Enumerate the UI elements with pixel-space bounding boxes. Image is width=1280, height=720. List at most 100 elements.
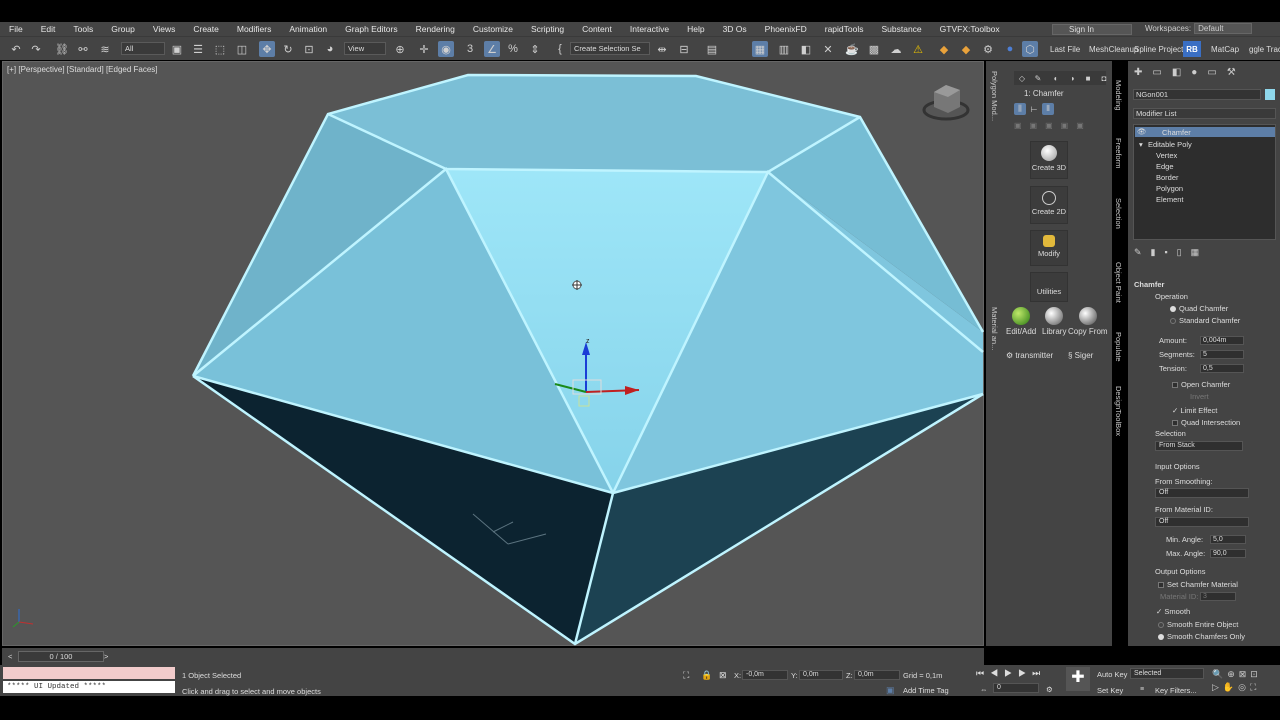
standard-chamfer-radio[interactable]: Standard Chamfer: [1170, 316, 1240, 325]
smooth-chamfers-only-radio[interactable]: Smooth Chamfers Only: [1158, 632, 1245, 641]
command-tab-designtoolbox[interactable]: DesignToolBox: [1114, 386, 1123, 436]
selection-lock-icon[interactable]: 🔒: [701, 670, 712, 681]
menu-edit[interactable]: Edit: [32, 24, 65, 34]
menu-tools[interactable]: Tools: [64, 24, 102, 34]
keyboard-shortcut-override-icon[interactable]: ◉: [438, 41, 454, 57]
select-move-icon[interactable]: ✥: [259, 41, 275, 57]
min-angle-spinner[interactable]: 5,0: [1210, 535, 1246, 544]
mirror-icon[interactable]: ⇹: [654, 41, 670, 57]
stack-tools-row[interactable]: ✎▮▪▯▦: [1134, 247, 1244, 259]
menu-views[interactable]: Views: [144, 24, 185, 34]
stack-item-polygon[interactable]: Polygon: [1156, 184, 1183, 193]
eye-icon[interactable]: 👁: [1137, 127, 1147, 136]
menu-substance[interactable]: Substance: [872, 24, 930, 34]
amount-spinner[interactable]: 0,004m: [1200, 336, 1244, 345]
quad-chamfer-radio[interactable]: Quad Chamfer: [1170, 304, 1228, 313]
stack-item-element[interactable]: Element: [1156, 195, 1184, 204]
menu-graph-editors[interactable]: Graph Editors: [336, 24, 406, 34]
material-editor-icon[interactable]: ✕: [820, 41, 836, 57]
rendered-frame-icon[interactable]: ▩: [866, 41, 882, 57]
make-unique-icon[interactable]: ⫴: [1042, 103, 1054, 115]
workspace-selector[interactable]: Workspaces: Default: [1142, 23, 1272, 35]
time-slider[interactable]: < 0 / 100 >: [2, 648, 984, 665]
matcap-button[interactable]: MatCap: [1211, 45, 1239, 54]
limit-effect-checkbox[interactable]: ✓ Limit Effect: [1172, 406, 1217, 415]
spline-project-button[interactable]: Spline Project: [1134, 45, 1183, 54]
gem-mesh[interactable]: z: [3, 62, 985, 647]
select-rotate-icon[interactable]: ↻: [280, 41, 296, 57]
selection-filter-dropdown[interactable]: All: [121, 42, 165, 55]
command-tab-modeling[interactable]: Modeling: [1114, 80, 1123, 110]
time-tag-icon[interactable]: ▣: [886, 685, 895, 696]
percent-snap-icon[interactable]: %: [505, 41, 521, 57]
menu-create[interactable]: Create: [184, 24, 228, 34]
menu-modifiers[interactable]: Modifiers: [228, 24, 280, 34]
rb-button[interactable]: RB: [1183, 41, 1201, 57]
command-tab-object-paint[interactable]: Object Paint: [1114, 262, 1123, 303]
key-selection-dropdown[interactable]: Selected: [1130, 668, 1204, 679]
curve-editor-icon[interactable]: ▥: [776, 41, 792, 57]
z-coordinate-field[interactable]: 0,0m: [854, 670, 900, 680]
rectangular-selection-icon[interactable]: ⬚: [212, 41, 228, 57]
plugin-cube-icon[interactable]: ◆: [936, 41, 952, 57]
stack-item-editable-poly[interactable]: Editable Poly: [1148, 140, 1192, 149]
schematic-view-icon[interactable]: ◧: [798, 41, 814, 57]
menu-help[interactable]: Help: [678, 24, 713, 34]
ribbon-tab-polygon-modeling[interactable]: Polygon Mod...: [990, 71, 999, 121]
stack-item-border[interactable]: Border: [1156, 173, 1179, 182]
menu-gtvfx-toolbox[interactable]: GTVFX:Toolbox: [931, 24, 1009, 34]
time-slider-thumb[interactable]: 0 / 100: [18, 651, 104, 662]
select-scale-icon[interactable]: ⊡: [301, 41, 317, 57]
set-key-button[interactable]: Set Key: [1097, 686, 1123, 695]
pin-stack-icon[interactable]: ⫼: [1014, 103, 1026, 115]
maxscript-listener-output[interactable]: ***** UI Updated *****: [3, 681, 175, 693]
sphere-icon[interactable]: ●: [1002, 41, 1018, 57]
modifier-list-dropdown[interactable]: Modifier List: [1133, 108, 1276, 119]
y-coordinate-field[interactable]: 0,0m: [799, 670, 843, 680]
menu-rapidtools[interactable]: rapidTools: [816, 24, 873, 34]
material-id-spinner[interactable]: 3: [1200, 592, 1236, 601]
command-panel-tabs[interactable]: ✚▭◧●▭⚒: [1134, 67, 1254, 83]
viewcube-icon[interactable]: [922, 85, 970, 121]
create-3d-button[interactable]: Create 3D: [1030, 141, 1068, 179]
sign-in-dropdown[interactable]: Sign In: [1052, 24, 1132, 35]
display-icon[interactable]: ■: [1082, 72, 1094, 84]
smooth-checkbox[interactable]: ✓ Smooth: [1156, 607, 1190, 616]
spinner-snap-icon[interactable]: ⇕: [527, 41, 543, 57]
menu-animation[interactable]: Animation: [280, 24, 336, 34]
workspace-value[interactable]: Default: [1194, 23, 1253, 34]
utilities-button[interactable]: Utilities: [1030, 272, 1068, 302]
stack-pin-icon[interactable]: ◇: [1016, 72, 1028, 84]
transmitter-button[interactable]: ⚙ transmitter: [1006, 351, 1053, 360]
menu-file[interactable]: File: [0, 24, 32, 34]
key-mode-icon[interactable]: ≡: [1140, 686, 1144, 693]
select-object-icon[interactable]: ▣: [169, 41, 185, 57]
max-angle-spinner[interactable]: 90,0: [1210, 549, 1246, 558]
menu-group[interactable]: Group: [102, 24, 144, 34]
pivot-center-icon[interactable]: ⊕: [392, 41, 408, 57]
add-time-tag-button[interactable]: Add Time Tag: [903, 686, 949, 695]
stack-item-edge[interactable]: Edge: [1156, 162, 1174, 171]
from-stack-dropdown[interactable]: From Stack: [1155, 441, 1243, 451]
segments-spinner[interactable]: 5: [1200, 350, 1244, 359]
motion-icon[interactable]: ◑: [1066, 72, 1078, 84]
render-setup-icon[interactable]: ☕: [844, 41, 860, 57]
edit-add-button[interactable]: Edit/Add: [1006, 307, 1036, 336]
command-tab-freeform[interactable]: Freeform: [1114, 138, 1123, 168]
viewport-nav-controls[interactable]: 🔍⊕⊠⊡ ▷✋◎⛶: [1212, 668, 1276, 694]
object-name-field[interactable]: NGon001: [1133, 89, 1261, 100]
snaps-toggle-icon[interactable]: 3: [462, 41, 478, 57]
time-next-icon[interactable]: >: [104, 652, 108, 661]
time-configuration-icon[interactable]: ⚙: [1046, 685, 1053, 694]
ribbon-tab-material[interactable]: Material an...: [990, 307, 999, 350]
current-frame-field[interactable]: 0: [993, 683, 1039, 693]
render-production-icon[interactable]: ☁: [888, 41, 904, 57]
menu-phoenixfd[interactable]: PhoenixFD: [756, 24, 816, 34]
perspective-viewport[interactable]: [+] [Perspective] [Standard] [Edged Face…: [2, 61, 985, 647]
plugin-cubes-icon[interactable]: ◆: [958, 41, 974, 57]
auto-key-button[interactable]: Auto Key: [1097, 670, 1127, 679]
named-selection-set-dropdown[interactable]: Create Selection Se: [570, 42, 650, 55]
toggle-trac-button[interactable]: ggle Trac: [1249, 45, 1280, 54]
bind-spacewarp-icon[interactable]: ≋: [97, 41, 113, 57]
frame-nav-icon[interactable]: ⇔: [980, 685, 988, 694]
